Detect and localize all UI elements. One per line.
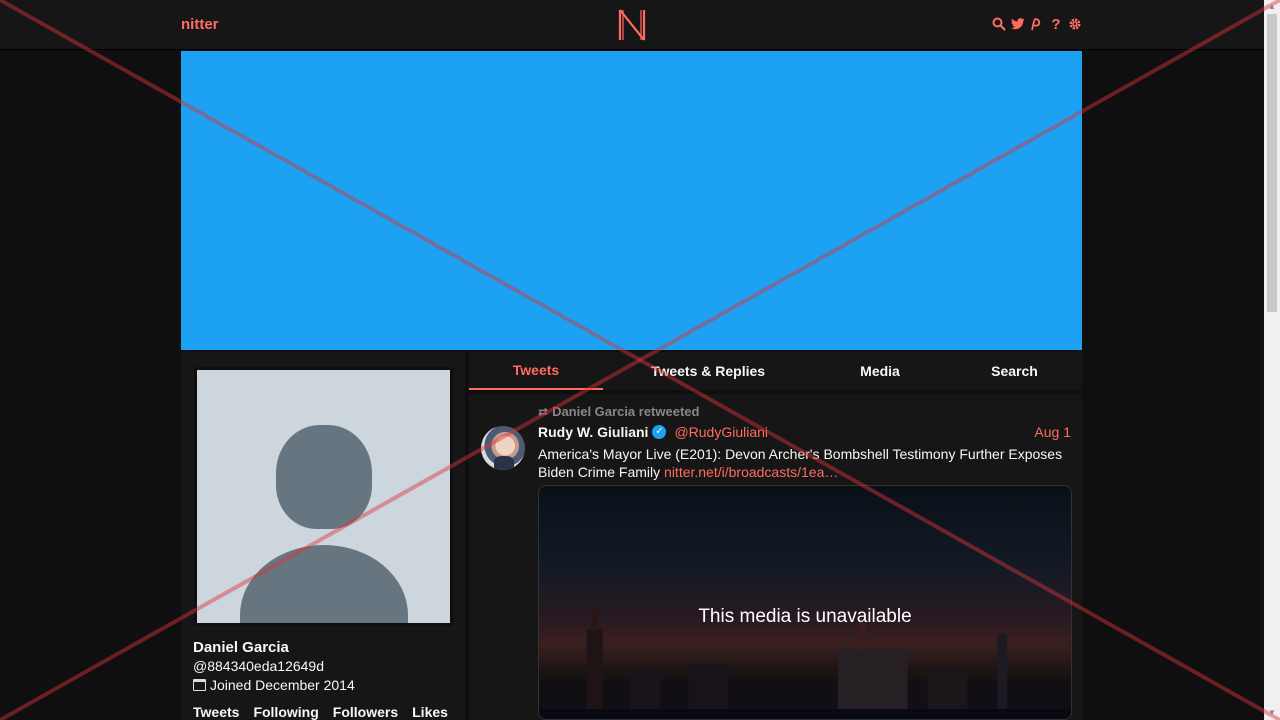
tab-search[interactable]: Search xyxy=(947,352,1082,390)
joined-date: Joined December 2014 xyxy=(210,677,355,693)
tweet-header: Rudy W. Giuliani ✓ @RudyGiuliani xyxy=(538,424,768,440)
retweet-label: Daniel Garcia retweeted xyxy=(552,404,700,419)
navbar: nitter ? xyxy=(0,0,1264,50)
calendar-icon xyxy=(193,679,206,691)
help-icon[interactable]: ? xyxy=(1049,15,1063,33)
retweet-header: ⇄ Daniel Garcia retweeted xyxy=(538,404,699,419)
stat-tweets[interactable]: Tweets xyxy=(193,704,239,720)
tweet-media[interactable]: This media is unavailable xyxy=(538,485,1072,720)
nitter-home-link[interactable]: nitter xyxy=(181,16,219,33)
profile-stats: Tweets Following Followers Likes xyxy=(193,704,448,720)
profile-banner[interactable] xyxy=(181,51,1082,350)
tweet-author-name[interactable]: Rudy W. Giuliani xyxy=(538,424,648,440)
nitter-logo-icon[interactable] xyxy=(618,8,646,42)
rss-icon[interactable] xyxy=(1030,15,1044,33)
nav-icons: ? xyxy=(992,15,1082,33)
scroll-thumb[interactable] xyxy=(1267,14,1277,312)
stat-followers[interactable]: Followers xyxy=(333,704,398,720)
default-avatar-icon xyxy=(197,370,450,623)
tweet-date[interactable]: Aug 1 xyxy=(1034,424,1071,440)
tweet-author-avatar[interactable] xyxy=(481,426,525,470)
tab-tweets-replies[interactable]: Tweets & Replies xyxy=(603,352,813,390)
tweet-content: America's Mayor Live (E201): Devon Arche… xyxy=(538,445,1073,481)
profile-name[interactable]: Daniel Garcia xyxy=(193,639,289,656)
profile-avatar[interactable] xyxy=(194,367,453,626)
page-scrollbar[interactable]: ▲ ▼ xyxy=(1264,0,1280,720)
tab-media[interactable]: Media xyxy=(813,352,947,390)
gear-icon[interactable] xyxy=(1068,15,1082,33)
stat-following[interactable]: Following xyxy=(253,704,318,720)
search-icon[interactable] xyxy=(992,15,1006,33)
scroll-down-arrow-icon[interactable]: ▼ xyxy=(1264,706,1280,720)
stat-likes[interactable]: Likes xyxy=(412,704,448,720)
profile-card: Daniel Garcia @884340eda12649d Joined De… xyxy=(181,352,465,720)
profile-handle[interactable]: @884340eda12649d xyxy=(193,658,324,674)
media-unavailable-message: This media is unavailable xyxy=(698,606,912,627)
scroll-up-arrow-icon[interactable]: ▲ xyxy=(1264,0,1280,14)
profile-joined: Joined December 2014 xyxy=(193,677,355,693)
timeline-tabs: Tweets Tweets & Replies Media Search xyxy=(469,352,1082,390)
retweet-icon: ⇄ xyxy=(538,404,549,419)
tab-tweets[interactable]: Tweets xyxy=(469,352,603,390)
verified-badge-icon: ✓ xyxy=(652,425,667,439)
twitter-bird-icon[interactable] xyxy=(1011,15,1025,33)
tweet-author-handle[interactable]: @RudyGiuliani xyxy=(674,424,768,440)
tweet-link[interactable]: nitter.net/i/broadcasts/1ea… xyxy=(664,464,838,480)
timeline-item[interactable]: ⇄ Daniel Garcia retweeted Rudy W. Giulia… xyxy=(469,394,1082,720)
